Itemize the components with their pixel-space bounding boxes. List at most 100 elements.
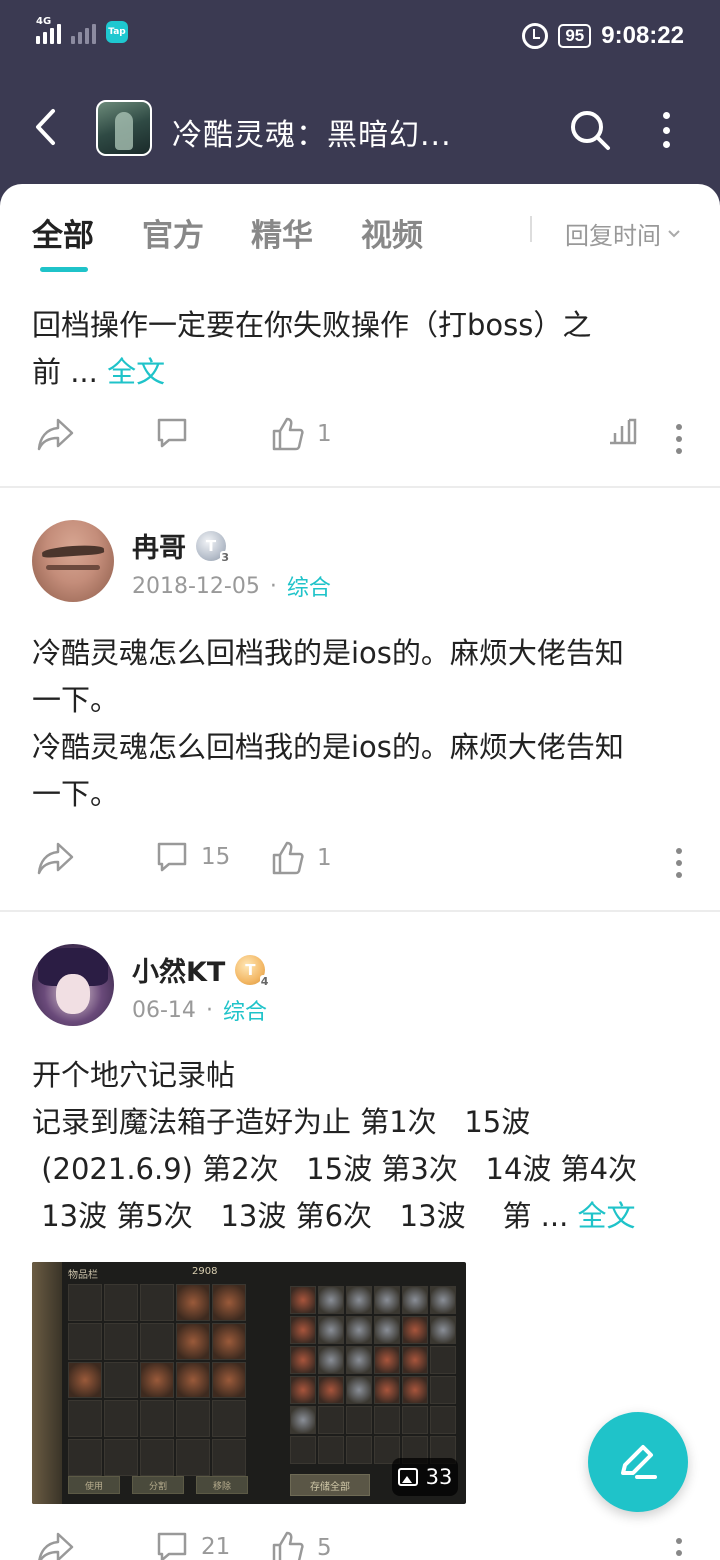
clock: 9:08:22 (601, 22, 684, 49)
post-image-gallery[interactable]: 物品栏 2908 使用 分割 移除 存储全部 33 (32, 1262, 466, 1504)
post-category[interactable]: 综合 (223, 994, 267, 1026)
sort-dropdown[interactable]: 回复时间 (565, 216, 681, 251)
post-body[interactable]: 开个地穴记录帖 记录到魔法箱子造好为止 第1次 15波 (2021.6.9) 第… (32, 1052, 692, 1240)
like-button[interactable]: 1 (271, 416, 332, 452)
game-split-button: 分割 (132, 1476, 184, 1494)
comment-count: 15 (201, 844, 231, 870)
sort-label: 回复时间 (565, 222, 661, 250)
search-icon (571, 111, 610, 150)
inventory-label: 物品栏 (68, 1270, 98, 1281)
post-text-line: 一下。 (32, 777, 120, 811)
username: 冉哥 (132, 533, 186, 564)
thumbs-up-icon (272, 417, 304, 451)
tab-all[interactable]: 全部 (32, 210, 94, 255)
tab-video[interactable]: 视频 (361, 210, 423, 255)
level-badge-icon: T4 (235, 954, 270, 988)
storage-grid (290, 1286, 456, 1464)
post-text-line: 冷酷灵魂怎么回档我的是ios的。麻烦大佬告知 (32, 636, 624, 670)
inventory-grid (68, 1284, 246, 1476)
post-text-line: 记录到魔法箱子造好为止 第1次 15波 (32, 1105, 531, 1139)
share-button[interactable] (36, 416, 76, 452)
post-author[interactable]: 冉哥 T3 (132, 526, 230, 565)
read-more-link[interactable]: 全文 (578, 1199, 636, 1233)
like-count: 1 (317, 421, 332, 447)
tab-featured[interactable]: 精华 (251, 210, 313, 255)
share-button[interactable] (36, 1530, 76, 1560)
post-date: 06-14 (132, 997, 196, 1023)
alarm-icon (522, 23, 549, 49)
battery-indicator: 95 (558, 24, 592, 48)
post-author[interactable]: 小然KT T4 (132, 950, 270, 989)
game-use-button: 使用 (68, 1476, 120, 1494)
chevron-left-icon (36, 109, 55, 145)
cellular-signal-icon: 4G (36, 16, 61, 44)
app-header: 冷酷灵魂：黑暗幻... (0, 72, 720, 184)
post-actions: 1 (0, 416, 720, 466)
comment-icon (157, 418, 187, 448)
share-icon (37, 842, 74, 875)
image-icon (397, 1468, 418, 1486)
thumbs-up-icon (272, 1531, 304, 1560)
share-icon (38, 1532, 74, 1560)
post-text-line: (2021.6.9) 第2次 15波 第3次 14波 第4次 (32, 1152, 638, 1186)
post-category[interactable]: 综合 (287, 570, 331, 602)
pen-icon (621, 1445, 657, 1479)
taptap-notification-icon: Tap (106, 21, 128, 43)
image-count: 33 (425, 1465, 453, 1489)
post-more-button[interactable] (676, 1538, 682, 1560)
search-button[interactable] (568, 108, 612, 152)
comment-count: 21 (201, 1534, 231, 1560)
comment-icon (157, 842, 187, 872)
like-count: 5 (317, 1535, 332, 1560)
stats-button[interactable] (608, 416, 638, 446)
post-text-line: 前 ... (32, 355, 98, 389)
level-badge-icon: T3 (196, 530, 230, 564)
active-tab-indicator (40, 267, 88, 272)
post-body[interactable]: 回档操作一定要在你失败操作（打boss）之 前 ... 全文 (32, 302, 692, 396)
game-icon[interactable] (96, 100, 152, 156)
status-bar: 4G Tap 95 9:08:22 (0, 0, 720, 72)
back-button[interactable] (26, 102, 66, 152)
post-divider (0, 910, 720, 912)
share-icon (37, 418, 74, 451)
post-text-line: 冷酷灵魂怎么回档我的是ios的。麻烦大佬告知 (32, 730, 624, 764)
no-signal-icon (71, 20, 96, 44)
divider (530, 216, 532, 242)
more-menu-button[interactable] (652, 108, 680, 152)
content-sheet: 全部 官方 精华 视频 回复时间 回档操作一定要在你失败操作（打boss）之 前… (0, 184, 720, 1560)
post-divider (0, 486, 720, 488)
bar-chart-icon (610, 418, 637, 445)
comment-button[interactable]: 21 (155, 1530, 230, 1560)
tab-official[interactable]: 官方 (142, 210, 204, 255)
comment-icon (157, 1532, 187, 1560)
post-meta: 06-14 · 综合 (132, 994, 267, 1026)
share-button[interactable] (36, 840, 76, 876)
post-meta: 2018-12-05 · 综合 (132, 570, 331, 602)
username: 小然KT (132, 957, 226, 988)
post-actions: 15 1 (0, 840, 720, 890)
coin-count: 2908 (192, 1266, 218, 1277)
post-text-line: 一下。 (32, 683, 120, 717)
post-body[interactable]: 冷酷灵魂怎么回档我的是ios的。麻烦大佬告知 一下。 冷酷灵魂怎么回档我的是io… (32, 630, 692, 818)
comment-button[interactable]: 15 (155, 840, 230, 874)
like-button[interactable]: 1 (271, 840, 332, 876)
avatar[interactable] (32, 520, 114, 602)
post-title: 开个地穴记录帖 (32, 1058, 236, 1092)
post-actions: 21 5 (0, 1530, 720, 1560)
post-text-line: 回档操作一定要在你失败操作（打boss）之 (32, 308, 592, 342)
thumbs-up-icon (272, 841, 304, 875)
read-more-link[interactable]: 全文 (107, 355, 165, 389)
comment-button[interactable] (155, 416, 189, 450)
avatar[interactable] (32, 944, 114, 1026)
like-count: 1 (317, 845, 332, 871)
game-remove-button: 移除 (196, 1476, 248, 1494)
like-button[interactable]: 5 (271, 1530, 332, 1560)
post-more-button[interactable] (676, 424, 682, 454)
page-title: 冷酷灵魂：黑暗幻... (172, 118, 452, 153)
network-type-label: 4G (36, 16, 52, 27)
tab-bar: 全部 官方 精华 视频 回复时间 (0, 184, 720, 276)
chevron-down-icon (668, 229, 680, 237)
compose-post-button[interactable] (588, 1412, 688, 1512)
post-more-button[interactable] (676, 848, 682, 878)
post-date: 2018-12-05 (132, 573, 260, 599)
